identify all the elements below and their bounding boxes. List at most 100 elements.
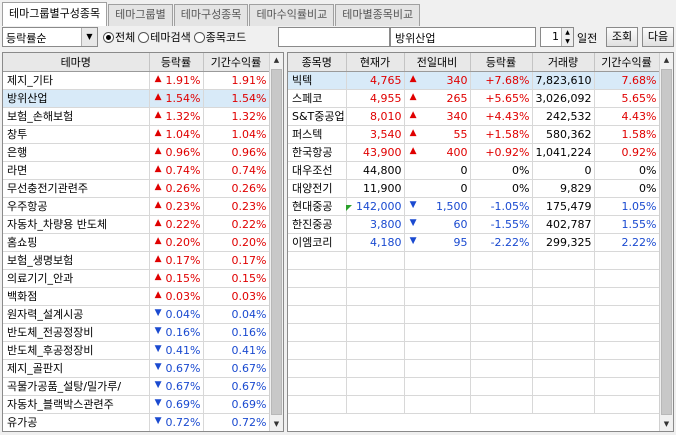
table-row[interactable]: 백화점 ▲ 0.03% 0.03%	[3, 287, 270, 306]
radio-stock-code[interactable]: 종목코드	[193, 29, 246, 45]
change-value: 1,500	[436, 199, 468, 213]
table-row[interactable]: 퍼스텍 3,540 ▲ 55 +1.58% 580,362 1.58%	[288, 125, 660, 144]
table-row[interactable]: 의료기기_안과 ▲ 0.15% 0.15%	[3, 269, 270, 288]
tab-theme-return-compare[interactable]: 테마수익률비교	[249, 4, 335, 26]
empty-cell	[470, 395, 533, 414]
volume-cell: 402,787	[532, 215, 595, 234]
tab-theme-stock-compare[interactable]: 테마별종목비교	[335, 4, 421, 26]
col-header-rate[interactable]: 등락률	[149, 53, 204, 72]
theme-table: 테마명 등락률 기간수익률 제지_기타 ▲ 1.91% 1.91% 방위산업 ▲ 1.54%…	[3, 53, 270, 431]
stock-name-cell: 이엠코리	[288, 233, 347, 252]
price-cell: 43,900	[346, 143, 405, 162]
theme-list-scrollbar[interactable]: ▲ ▼	[269, 53, 283, 431]
stepper-arrows-icon[interactable]: ▲ ▼	[561, 28, 573, 46]
table-row[interactable]: 대우조선 44,800 0 0% 0 0%	[288, 161, 660, 180]
tab-theme-group[interactable]: 테마그룹별	[108, 4, 173, 26]
table-row[interactable]: 원자력_설계시공 ▼ 0.04% 0.04%	[3, 305, 270, 324]
table-row[interactable]: 자동차_차량용 반도체 ▲ 0.22% 0.22%	[3, 215, 270, 234]
triangle-up-icon: ▲	[409, 127, 417, 138]
tab-theme-stocks[interactable]: 테마구성종목	[173, 4, 249, 26]
col-header-price[interactable]: 현재가	[346, 53, 405, 72]
table-row[interactable]: S&T중공업 8,010 ▲ 340 +4.43% 242,532 4.43%	[288, 107, 660, 126]
theme-name-cell: 반도체_전공정장비	[3, 323, 150, 342]
rate-value: 1.54%	[165, 91, 201, 105]
col-header-volume[interactable]: 거래량	[532, 53, 595, 72]
table-row[interactable]: 반도체_전공정장비 ▼ 0.16% 0.16%	[3, 323, 270, 342]
table-row[interactable]: 보험_손해보험 ▲ 1.32% 1.32%	[3, 107, 270, 126]
rate-value: 0.16%	[165, 325, 201, 339]
table-row[interactable]: 제지_골판지 ▼ 0.67% 0.67%	[3, 359, 270, 378]
table-row[interactable]: 현대중공 142,000 ▼ 1,500 -1.05% 175,479 1.05%	[288, 197, 660, 216]
col-header-period-return[interactable]: 기간수익률	[203, 53, 270, 72]
query-button[interactable]: 조회	[606, 27, 638, 47]
stock-table: 종목명 현재가 전일대비 등락률 거래량 기간수익률 빅텍 4,765 ▲ 340 +7…	[288, 53, 660, 414]
col-header-rate[interactable]: 등락률	[470, 53, 533, 72]
scroll-thumb[interactable]	[661, 69, 672, 415]
radio-all-dot[interactable]	[103, 31, 114, 43]
rate-cell: ▲ 0.22%	[149, 215, 204, 234]
scroll-up-icon[interactable]: ▲	[660, 53, 673, 67]
table-row[interactable]: 스페코 4,955 ▲ 265 +5.65% 3,026,092 5.65%	[288, 89, 660, 108]
table-row[interactable]: 한진중공 3,800 ▼ 60 -1.55% 402,787 1.55%	[288, 215, 660, 234]
col-header-stock-name[interactable]: 종목명	[288, 53, 347, 72]
radio-theme-search-label: 테마검색	[150, 31, 191, 44]
tab-theme-group-stocks[interactable]: 테마그룹별구성종목	[2, 2, 108, 26]
table-row[interactable]: 홈쇼핑 ▲ 0.20% 0.20%	[3, 233, 270, 252]
period-return-cell: 0.67%	[203, 359, 270, 378]
sort-select[interactable]: 등락률순 ▼	[2, 27, 98, 47]
period-stepper[interactable]: 1 ▲ ▼	[540, 27, 574, 47]
rate-cell: ▲ 0.96%	[149, 143, 204, 162]
table-row[interactable]: 곡물가공품_설탕/밀가루/▼ 0.67% 0.67%	[3, 377, 270, 396]
scroll-down-icon[interactable]: ▼	[270, 417, 283, 431]
table-row[interactable]: 유가공 ▼ 0.72% 0.72%	[3, 413, 270, 431]
change-cell: ▲ 340	[404, 71, 471, 90]
rate-value: 0.22%	[165, 217, 201, 231]
next-button[interactable]: 다음	[642, 27, 674, 47]
triangle-up-icon: ▲	[409, 145, 417, 156]
code-input[interactable]	[278, 27, 390, 47]
theme-list-grid: 테마명 등락률 기간수익률 제지_기타 ▲ 1.91% 1.91% 방위산업 ▲ 1.54%…	[2, 52, 284, 432]
empty-cell	[532, 269, 595, 288]
table-row[interactable]: 자동차_블랙박스관련주 ▼ 0.69% 0.69%	[3, 395, 270, 414]
scroll-thumb[interactable]	[271, 69, 282, 415]
table-row[interactable]: 무선충전기관련주 ▲ 0.26% 0.26%	[3, 179, 270, 198]
radio-stock-code-dot[interactable]	[193, 31, 205, 43]
table-row[interactable]: 빅텍 4,765 ▲ 340 +7.68% 7,823,610 7.68%	[288, 71, 660, 90]
col-header-period-return[interactable]: 기간수익률	[594, 53, 660, 72]
table-row[interactable]: 라면 ▲ 0.74% 0.74%	[3, 161, 270, 180]
stock-list-scrollbar[interactable]: ▲ ▼	[659, 53, 673, 431]
col-header-theme-name[interactable]: 테마명	[3, 53, 150, 72]
table-row[interactable]: 우주항공 ▲ 0.23% 0.23%	[3, 197, 270, 216]
col-header-change[interactable]: 전일대비	[404, 53, 471, 72]
table-row[interactable]: 반도체_후공정장비 ▼ 0.41% 0.41%	[3, 341, 270, 360]
rate-cell: ▲ 0.74%	[149, 161, 204, 180]
theme-name-field[interactable]: 방위산업	[390, 27, 536, 47]
table-row[interactable]: 이엠코리 4,180 ▼ 95 -2.22% 299,325 2.22%	[288, 233, 660, 252]
table-row[interactable]: 창투 ▲ 1.04% 1.04%	[3, 125, 270, 144]
radio-theme-search-dot[interactable]	[138, 31, 150, 43]
table-row[interactable]: 방위산업 ▲ 1.54% 1.54%	[3, 89, 270, 108]
change-value: 265	[446, 91, 468, 105]
triangle-up-icon: ▲	[154, 181, 162, 192]
stock-name-cell: 한진중공	[288, 215, 347, 234]
table-row[interactable]: 은행 ▲ 0.96% 0.96%	[3, 143, 270, 162]
volume-cell: 580,362	[532, 125, 595, 144]
table-row[interactable]: 대양전기 11,900 0 0% 9,829 0%	[288, 179, 660, 198]
table-row[interactable]: 한국항공 43,900 ▲ 400 +0.92% 1,041,224 0.92%	[288, 143, 660, 162]
theme-name-value: 방위산업	[395, 32, 436, 45]
table-row[interactable]: 보험_생명보험 ▲ 0.17% 0.17%	[3, 251, 270, 270]
radio-theme-search[interactable]: 테마검색	[138, 29, 191, 45]
empty-cell	[404, 305, 471, 324]
chevron-down-icon[interactable]: ▼	[81, 28, 97, 46]
empty-cell	[404, 287, 471, 306]
price-value: 43,900	[363, 145, 402, 159]
scroll-down-icon[interactable]: ▼	[660, 417, 673, 431]
scroll-up-icon[interactable]: ▲	[270, 53, 283, 67]
period-return-cell: 4.43%	[594, 107, 660, 126]
rate-value: 0.67%	[165, 379, 201, 393]
radio-all[interactable]: 전체	[103, 29, 135, 45]
stock-name-cell: 대우조선	[288, 161, 347, 180]
table-row[interactable]: 제지_기타 ▲ 1.91% 1.91%	[3, 71, 270, 90]
triangle-up-icon: ▲	[154, 91, 162, 102]
rate-cell: +0.92%	[470, 143, 533, 162]
